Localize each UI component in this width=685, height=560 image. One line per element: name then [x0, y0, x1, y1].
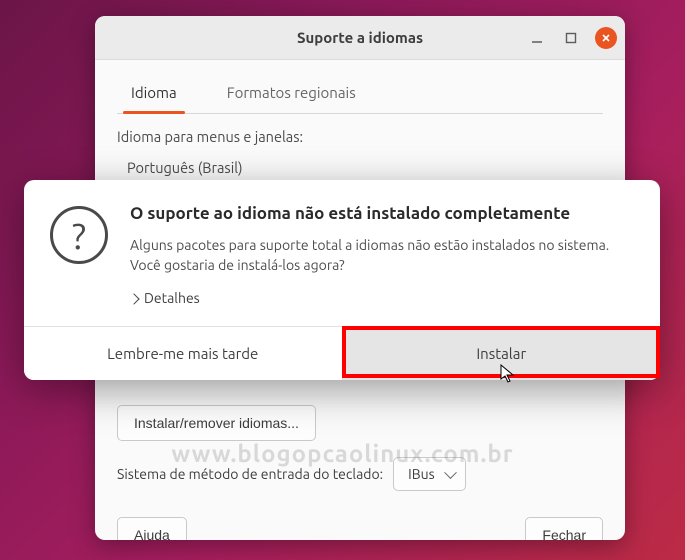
minimize-button[interactable]	[527, 28, 547, 48]
close-window-button[interactable]: Fechar	[525, 517, 603, 540]
input-method-row: Sistema de método de entrada do teclado:…	[117, 457, 603, 491]
window-title: Suporte a idiomas	[297, 29, 423, 46]
tabs: Idioma Formatos regionais	[117, 74, 603, 114]
titlebar: Suporte a idiomas	[95, 16, 625, 60]
tab-idioma[interactable]: Idioma	[117, 74, 191, 113]
install-button[interactable]: Instalar	[342, 327, 661, 380]
help-button[interactable]: Ajuda	[117, 517, 187, 540]
chevron-right-icon	[128, 293, 139, 304]
details-expander[interactable]: Detalhes	[130, 290, 200, 306]
window-controls	[527, 16, 617, 60]
dialog-text: O suporte ao idioma não está instalado c…	[130, 204, 634, 306]
dialog-body: ? O suporte ao idioma não está instalado…	[24, 180, 660, 326]
question-icon: ?	[50, 206, 108, 264]
input-method-select[interactable]: IBus	[393, 457, 466, 491]
install-dialog: ? O suporte ao idioma não está instalado…	[24, 180, 660, 380]
input-method-value: IBus	[408, 466, 435, 482]
input-method-label: Sistema de método de entrada do teclado:	[117, 466, 383, 482]
menu-language-label: Idioma para menus e janelas:	[117, 128, 603, 145]
close-button[interactable]	[595, 27, 617, 49]
install-remove-button[interactable]: Instalar/remover idiomas...	[117, 405, 316, 441]
footer-row: Ajuda Fechar	[117, 517, 603, 540]
tab-formatos[interactable]: Formatos regionais	[213, 74, 370, 113]
list-item[interactable]: Português (Brasil)	[125, 155, 603, 180]
maximize-button[interactable]	[561, 28, 581, 48]
details-label: Detalhes	[144, 290, 200, 306]
dialog-description: Alguns pacotes para suporte total a idio…	[130, 235, 634, 276]
dialog-title: O suporte ao idioma não está instalado c…	[130, 204, 634, 223]
remind-later-button[interactable]: Lembre-me mais tarde	[24, 327, 342, 380]
dialog-actions: Lembre-me mais tarde Instalar	[24, 326, 660, 380]
